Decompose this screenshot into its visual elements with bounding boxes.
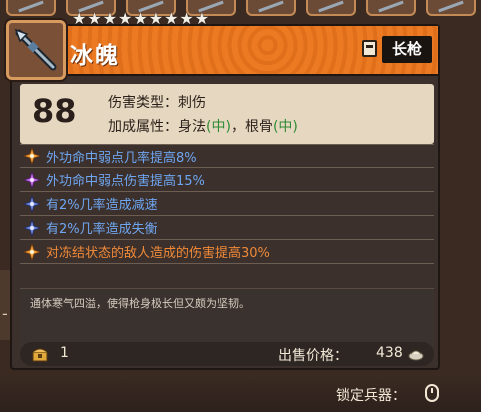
background-glyph: - xyxy=(2,304,8,323)
star-icon: ★ xyxy=(164,9,179,28)
item-quantity: 1 xyxy=(60,345,69,361)
star-icon: ★ xyxy=(133,9,148,28)
bottom-bar xyxy=(0,376,481,412)
inventory-slot[interactable] xyxy=(366,0,416,16)
star-icon: ★ xyxy=(148,9,164,28)
orange-shuriken-icon xyxy=(24,243,40,260)
spear-icon xyxy=(6,20,66,80)
coin-icon xyxy=(408,350,424,361)
orange-shuriken-icon xyxy=(24,148,40,164)
damage-type-label: 伤害类型： xyxy=(108,95,178,111)
description-panel: 通体寒气四溢，使得枪身极长但又颇为坚韧。 xyxy=(20,288,434,348)
star-icon: ★ xyxy=(194,9,210,28)
blue-shuriken-icon xyxy=(24,219,40,236)
attribute-2-grade: (中) xyxy=(272,119,298,135)
damage-type-value: 刺伤 xyxy=(178,95,206,111)
effect-text: 对冻结状态的敌人造成的伤害提高30% xyxy=(46,246,270,261)
attribute-2: 根骨 xyxy=(244,119,273,135)
effect-item: 有2%几率造成减速 xyxy=(20,192,434,216)
blue-shuriken-icon xyxy=(24,195,40,212)
weapon-description: 通体寒气四溢，使得枪身极长但又颇为坚韧。 xyxy=(30,297,250,310)
effect-item: 外功命中弱点几率提高8% xyxy=(20,144,434,168)
weapon-tooltip-card: 冰魄 长枪 88 伤害类型：刺伤 加成属性：身法(中)，根骨(中) 外功命中弱点… xyxy=(6,20,440,370)
effect-text: 外功命中弱点几率提高8% xyxy=(46,150,197,166)
stats-panel: 88 伤害类型：刺伤 加成属性：身法(中)，根骨(中) xyxy=(20,84,434,144)
bonus-attribute-label: 加成属性： xyxy=(108,119,178,135)
star-icon: ★ xyxy=(87,9,102,28)
effect-item: 有2%几率造成失衡 xyxy=(20,216,434,240)
attribute-1: 身法 xyxy=(178,119,206,135)
lock-weapon-label: 锁定兵器： xyxy=(336,388,406,404)
effect-text: 外功命中弱点伤害提高15% xyxy=(46,174,205,189)
sell-price-value: 438 xyxy=(376,345,403,361)
sell-price-label: 出售价格： xyxy=(278,348,348,364)
chest-icon xyxy=(32,348,48,362)
weapon-name: 冰魄 xyxy=(70,43,120,69)
star-icon: ★ xyxy=(102,9,118,28)
inventory-slot[interactable] xyxy=(6,0,56,16)
effect-item: 对冻结状态的敌人造成的伤害提高30% xyxy=(20,240,434,264)
effect-text: 有2%几率造成减速 xyxy=(46,198,158,213)
weapon-type-badge: 长枪 xyxy=(382,36,432,63)
inventory-slot[interactable] xyxy=(426,0,476,16)
bonus-attribute-line: 加成属性：身法(中)，根骨(中) xyxy=(108,116,298,136)
damage-type-line: 伤害类型：刺伤 xyxy=(108,92,206,112)
effects-list: 外功命中弱点几率提高8% 外功命中弱点伤害提高15% 有2%几率造成减速 有2%… xyxy=(20,144,434,264)
scroll-icon xyxy=(362,40,377,57)
star-icon: ★ xyxy=(118,9,133,28)
tooltip-footer: 1 出售价格： 438 xyxy=(20,342,434,366)
effect-item: 外功命中弱点伤害提高15% xyxy=(20,168,434,192)
weapon-score: 88 xyxy=(32,92,77,130)
attribute-1-grade: (中) xyxy=(206,119,231,135)
star-icon: ★ xyxy=(179,9,194,28)
effect-text: 有2%几率造成失衡 xyxy=(46,222,158,237)
inventory-slot[interactable] xyxy=(246,0,296,16)
rarity-stars: ★ ★ ★ ★ ★ ★ ★ ★ ★ xyxy=(72,11,209,27)
tooltip-header: 冰魄 长枪 xyxy=(6,20,438,80)
attribute-separator: ， xyxy=(230,119,245,135)
inventory-slot[interactable] xyxy=(306,0,356,16)
purple-shuriken-icon xyxy=(24,171,40,188)
mouse-icon[interactable] xyxy=(425,384,439,402)
star-icon: ★ xyxy=(72,9,87,28)
